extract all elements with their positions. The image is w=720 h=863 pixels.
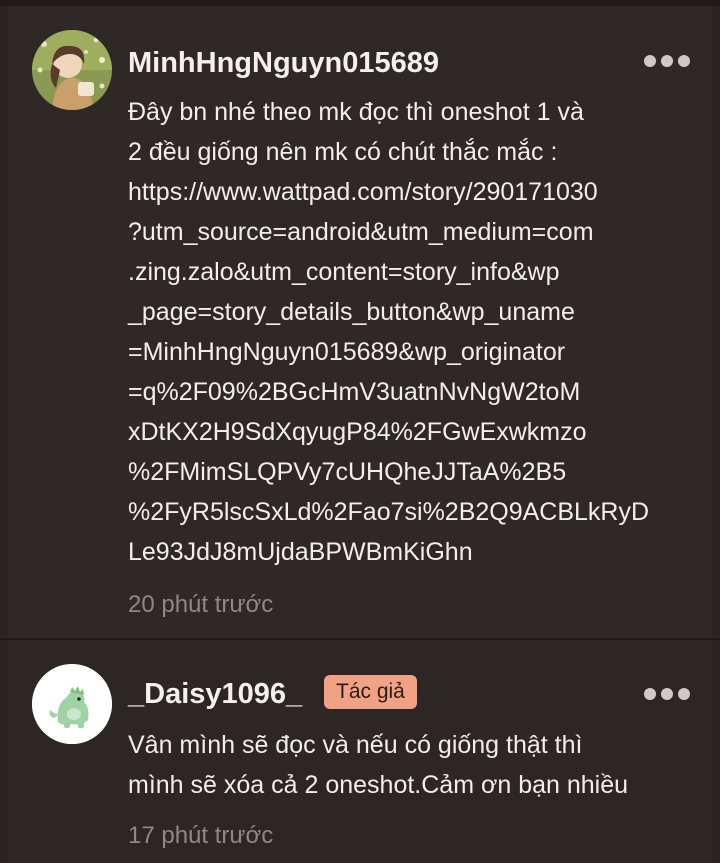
comment-link-line[interactable]: Le93JdJ8mUjdaBPWBmKiGhn [128, 532, 698, 572]
more-dots-icon [678, 688, 690, 700]
more-options-button[interactable] [644, 684, 690, 704]
comment-text-line: Vân mình sẽ đọc và nếu có giống thật thì [128, 731, 583, 759]
username[interactable]: MinhHngNguyn015689 [128, 46, 439, 80]
more-dots-icon [661, 55, 673, 67]
author-badge: Tác giả [324, 675, 417, 709]
comment-timestamp: 20 phút trước [128, 591, 274, 618]
avatar[interactable] [32, 30, 112, 110]
user-photo-avatar-icon [32, 30, 112, 110]
comment-link-line[interactable]: ?utm_source=android&utm_medium=com [128, 212, 698, 252]
comment-link-line[interactable]: https://www.wattpad.com/story/290171030 [128, 172, 698, 212]
more-dots-icon [644, 688, 656, 700]
avatar[interactable] [32, 664, 112, 744]
comment-body: Vân mình sẽ đọc và nếu có giống thật thì… [128, 725, 698, 805]
username[interactable]: _Daisy1096_ [128, 677, 302, 711]
more-dots-icon [661, 688, 673, 700]
comment-item: _Daisy1096_ Tác giả Vân mình sẽ đọc và n… [8, 640, 712, 863]
comment-link-line[interactable]: _page=story_details_button&wp_uname [128, 292, 698, 332]
comment-text-line: mình sẽ xóa cả 2 oneshot.Cảm ơn bạn nhiề… [128, 771, 629, 799]
comment-link-line[interactable]: %2FMimSLQPVy7cUHQheJJTaA%2B5 [128, 452, 698, 492]
more-options-button[interactable] [644, 51, 690, 71]
more-dots-icon [678, 55, 690, 67]
comment-link-line[interactable]: =q%2F09%2BGcHmV3uatnNvNgW2toM [128, 372, 698, 412]
comment-text-line: Đây bn nhé theo mk đọc thì oneshot 1 và [128, 98, 584, 126]
green-dinosaur-avatar-icon [32, 664, 112, 744]
comment-link-line[interactable]: %2FyR5lscSxLd%2Fao7si%2B2Q9ACBLkRyD [128, 492, 698, 532]
more-dots-icon [644, 55, 656, 67]
comment-item: MinhHngNguyn015689 Đây bn nhé theo mk đọ… [8, 6, 712, 638]
comment-link-line[interactable]: =MinhHngNguyn015689&wp_originator [128, 332, 698, 372]
comment-text-line: 2 đều giống nên mk có chút thắc mắc : [128, 138, 558, 166]
comment-body: Đây bn nhé theo mk đọc thì oneshot 1 và … [128, 92, 698, 572]
comment-link-line[interactable]: .zing.zalo&utm_content=story_info&wp [128, 252, 698, 292]
comment-timestamp: 17 phút trước [128, 822, 274, 849]
comment-link-line[interactable]: xDtKX2H9SdXqyugP84%2FGwExwkmzo [128, 412, 698, 452]
